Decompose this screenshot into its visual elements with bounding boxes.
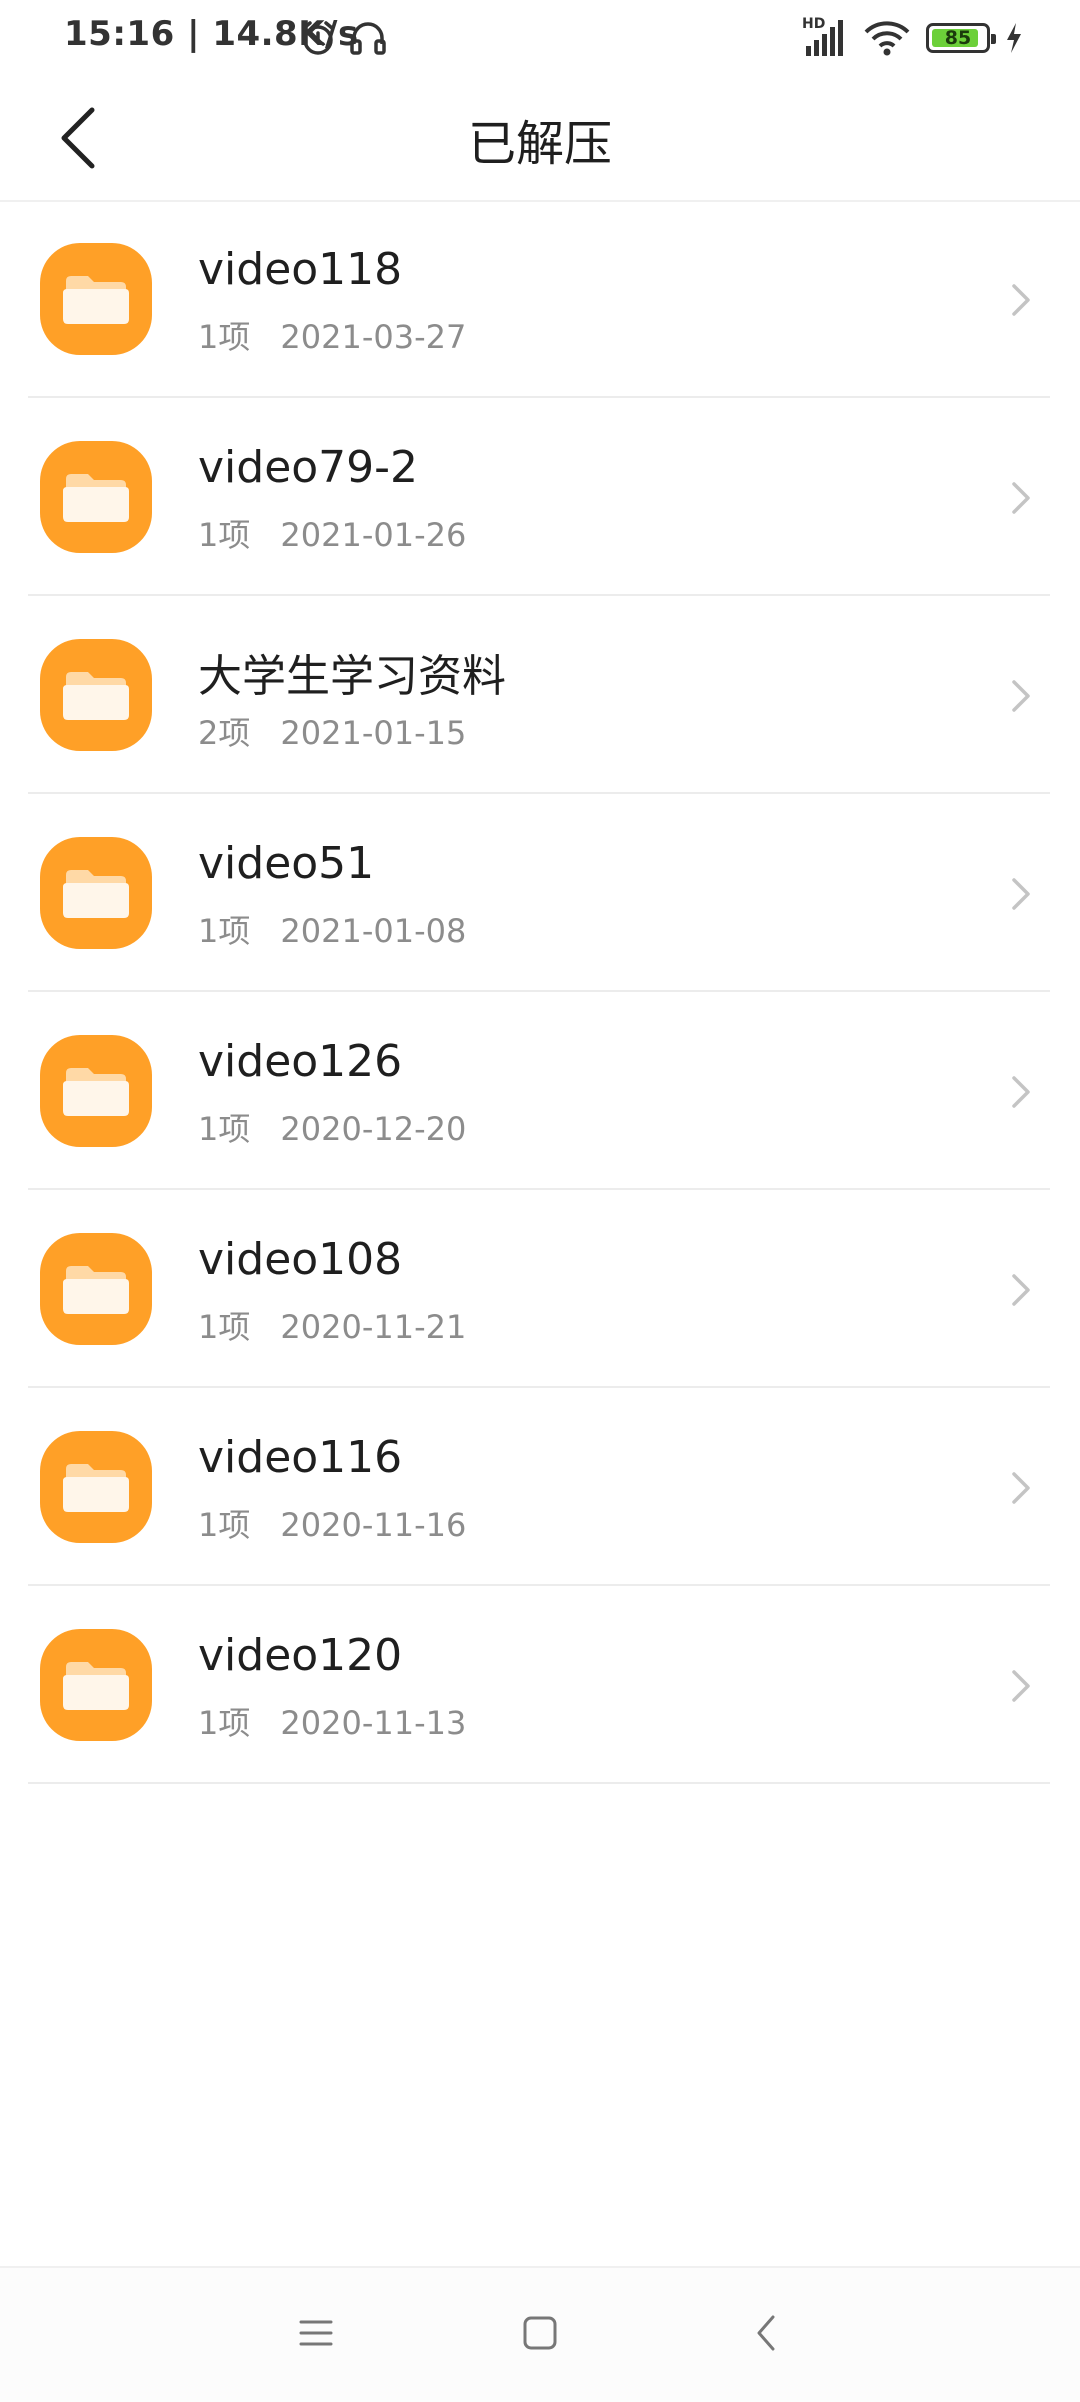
folder-name: 大学生学习资料 [198,651,506,702]
folder-meta: 1项 2020-11-13 [198,1698,466,1744]
home-square-icon [523,2316,557,2350]
page-title: 已解压 [467,116,612,172]
item-count: 1项 [198,1506,251,1544]
modified-date: 2020-12-20 [280,1110,467,1148]
folder-meta: 1项 2020-12-20 [198,1104,466,1150]
folder-icon [40,837,152,949]
headset-icon [350,22,386,55]
list-item[interactable]: video118 1项 2021-03-27 [0,200,1080,398]
folder-icon [40,1233,152,1345]
folder-list: video118 1项 2021-03-27 video79-2 1项 2021-0… [0,200,1080,1784]
item-count: 1项 [198,516,251,554]
list-item[interactable]: video120 1项 2020-11-13 [0,1586,1080,1784]
list-item[interactable]: 大学生学习资料 2项 2021-01-15 [0,596,1080,794]
list-item[interactable]: video79-2 1项 2021-01-26 [0,398,1080,596]
back-icon [757,2315,775,2351]
item-count: 1项 [198,1110,251,1148]
chevron-right-icon [1012,680,1030,712]
folder-meta: 1项 2020-11-21 [198,1302,466,1348]
signal-icon: HD [802,16,848,60]
chevron-right-icon [1012,1274,1030,1306]
modified-date: 2021-01-15 [280,714,467,752]
battery-icon: 85 [926,23,996,53]
folder-icon [40,1629,152,1741]
folder-meta: 1项 2021-01-08 [198,906,466,952]
recent-apps-button[interactable] [276,2298,356,2368]
battery-level: 85 [944,27,972,49]
folder-meta: 1项 2021-03-27 [198,312,466,358]
folder-name: video116 [198,1432,403,1483]
modified-date: 2020-11-21 [280,1308,467,1346]
folder-icon [40,1431,152,1543]
item-count: 1项 [198,318,251,356]
chevron-right-icon [1012,878,1030,910]
folder-name: video51 [198,838,375,889]
folder-icon [40,441,152,553]
modified-date: 2021-03-27 [280,318,467,356]
alarm-icon [302,21,334,55]
menu-icon [299,2320,333,2346]
nav-back-button[interactable] [726,2298,806,2368]
chevron-right-icon [1012,1472,1030,1504]
folder-icon [40,243,152,355]
item-count: 2项 [198,714,251,752]
list-item[interactable]: video116 1项 2020-11-16 [0,1388,1080,1586]
modified-date: 2020-11-16 [280,1506,467,1544]
item-count: 1项 [198,1704,251,1742]
folder-name: video108 [198,1234,403,1285]
modified-date: 2021-01-08 [280,912,467,950]
charging-icon [1007,23,1021,53]
folder-meta: 2项 2021-01-15 [198,708,466,754]
chevron-right-icon [1012,1076,1030,1108]
chevron-right-icon [1012,1670,1030,1702]
list-item[interactable]: video51 1项 2021-01-08 [0,794,1080,992]
wifi-icon [864,21,910,56]
folder-name: video126 [198,1036,403,1087]
modified-date: 2021-01-26 [280,516,467,554]
folder-name: video120 [198,1630,403,1681]
folder-icon [40,639,152,751]
item-count: 1项 [198,912,251,950]
folder-icon [40,1035,152,1147]
status-bar: 15:16 | 14.8K/s HD 85 [0,0,1080,76]
modified-date: 2020-11-13 [280,1704,467,1742]
folder-name: video79-2 [198,442,419,493]
list-item[interactable]: video108 1项 2020-11-21 [0,1190,1080,1388]
navigation-bar [0,2266,1080,2402]
folder-meta: 1项 2020-11-16 [198,1500,466,1546]
item-count: 1项 [198,1308,251,1346]
chevron-right-icon [1012,284,1030,316]
folder-meta: 1项 2021-01-26 [198,510,466,556]
chevron-right-icon [1012,482,1030,514]
folder-name: video118 [198,244,403,295]
list-item[interactable]: video126 1项 2020-12-20 [0,992,1080,1190]
app-header: 已解压 [0,76,1080,202]
home-button[interactable] [500,2298,580,2368]
